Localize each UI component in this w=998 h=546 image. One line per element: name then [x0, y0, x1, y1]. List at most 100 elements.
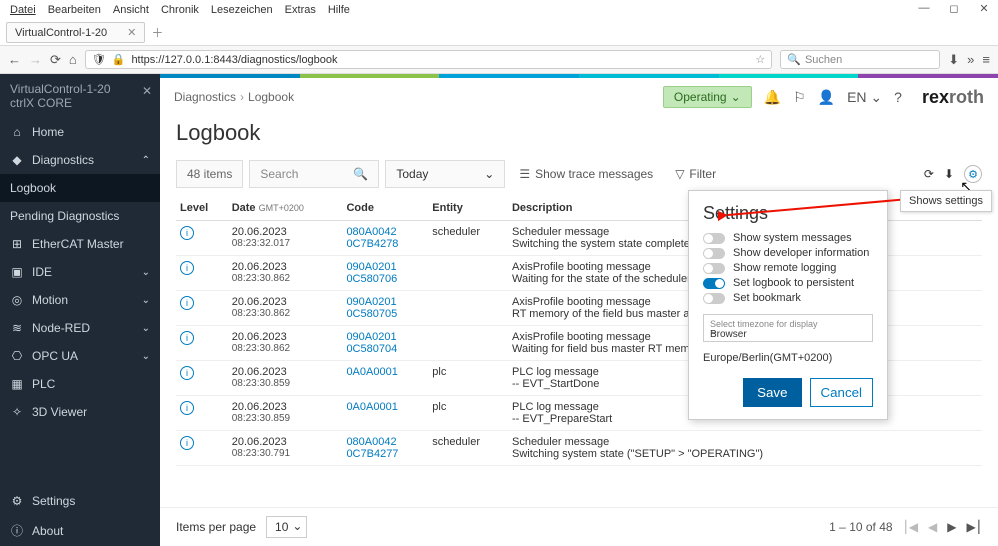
sidebar-item-opcua[interactable]: ⎔OPC UA⌄ [0, 342, 160, 370]
sidebar-item-home[interactable]: ⌂Home [0, 118, 160, 146]
user-icon[interactable]: 👤 [818, 89, 835, 106]
settings-toggle[interactable]: Set bookmark [703, 292, 873, 304]
chevron-down-icon: ⌄ [142, 267, 150, 278]
shield-icon: 🛡 [92, 53, 106, 66]
sidebar-item-3dviewer[interactable]: ✧3D Viewer [0, 398, 160, 426]
search-input[interactable]: Search🔍 [249, 160, 379, 188]
home-icon[interactable]: ⌂ [69, 52, 77, 67]
chevron-down-icon: ⌄ [142, 323, 150, 334]
menu-icon[interactable]: ≡ [982, 52, 990, 67]
language-selector[interactable]: EN ⌄ [847, 89, 882, 106]
code-link[interactable]: 0C7B4277 [346, 448, 424, 460]
back-icon[interactable]: ← [8, 52, 21, 67]
code-link[interactable]: 0A0A0001 [346, 366, 424, 378]
code-link[interactable]: 0C580705 [346, 308, 424, 320]
next-page-icon[interactable]: ▶ [947, 520, 956, 534]
switch-icon[interactable] [703, 263, 725, 274]
close-tab-icon[interactable]: ✕ [127, 26, 136, 39]
code-link[interactable]: 090A0201 [346, 261, 424, 273]
first-page-icon[interactable]: ⎮◀ [903, 520, 918, 534]
sidebar-item-diagnostics[interactable]: ◆Diagnostics⌃ [0, 146, 160, 174]
bell-icon[interactable]: 🔔 [764, 89, 781, 106]
sidebar: VirtualControl-1-20 ctrlX CORE ✕ ⌂Home ◆… [0, 74, 160, 546]
sidebar-item-settings[interactable]: ⚙Settings [0, 487, 160, 515]
ide-icon: ▣ [10, 265, 24, 279]
filter-button[interactable]: ▽Filter [667, 163, 724, 185]
settings-toggle[interactable]: Show system messages [703, 232, 873, 244]
code-link[interactable]: 0C580706 [346, 273, 424, 285]
reload-icon[interactable]: ⟳ [50, 52, 61, 68]
sidebar-item-about[interactable]: ⓘAbout [0, 515, 160, 546]
refresh-icon[interactable]: ⟳ [924, 167, 934, 181]
ethercat-icon: ⊞ [10, 237, 24, 251]
code-link[interactable]: 090A0201 [346, 296, 424, 308]
page-range: 1 – 10 of 48 [829, 520, 892, 534]
info-level-icon: i [180, 261, 194, 275]
lock-icon: 🔒 [112, 53, 126, 66]
plc-icon: ▦ [10, 377, 24, 391]
code-link[interactable]: 080A0042 [346, 436, 424, 448]
chevron-down-icon: ⌄ [142, 351, 150, 362]
new-tab-icon[interactable]: ＋ [151, 24, 163, 41]
browser-menubar[interactable]: Datei Bearbeiten Ansicht Chronik Lesezei… [0, 0, 998, 20]
sidebar-item-nodered[interactable]: ≋Node-RED⌄ [0, 314, 160, 342]
code-link[interactable]: 0A0A0001 [346, 401, 424, 413]
download-icon[interactable]: ⬇ [944, 167, 954, 181]
code-link[interactable]: 090A0201 [346, 331, 424, 343]
browser-tab[interactable]: VirtualControl-1-20 ✕ [6, 22, 145, 43]
sidebar-item-logbook[interactable]: Logbook [0, 174, 160, 202]
code-link[interactable]: 080A0042 [346, 226, 424, 238]
home-icon: ⌂ [10, 125, 24, 139]
code-link[interactable]: 0C7B4278 [346, 238, 424, 250]
opcua-icon: ⎔ [10, 349, 24, 363]
switch-icon[interactable] [703, 293, 725, 304]
settings-toggle[interactable]: Show remote logging [703, 262, 873, 274]
url-bar[interactable]: 🛡 🔒 https://127.0.0.1:8443/diagnostics/l… [85, 50, 773, 69]
switch-icon[interactable] [703, 248, 725, 259]
switch-icon[interactable] [703, 233, 725, 244]
sidebar-item-motion[interactable]: ◎Motion⌄ [0, 286, 160, 314]
search-icon: 🔍 [787, 53, 801, 66]
items-per-page-label: Items per page [176, 520, 256, 534]
items-per-page-select[interactable]: 10 [266, 516, 307, 538]
diagnostics-icon: ◆ [10, 153, 24, 167]
trace-toggle[interactable]: ☰Show trace messages [511, 163, 661, 185]
sidebar-item-pending-diagnostics[interactable]: Pending Diagnostics [0, 202, 160, 230]
cancel-button[interactable]: Cancel [810, 378, 874, 407]
timezone-select[interactable]: Select timezone for display Browser ⌄ [703, 314, 873, 342]
motion-icon: ◎ [10, 293, 24, 307]
overflow-icon[interactable]: » [967, 52, 974, 67]
save-button[interactable]: Save [743, 378, 801, 407]
info-level-icon: i [180, 296, 194, 310]
download-icon[interactable]: ⬇ [948, 52, 959, 68]
forward-icon[interactable]: → [29, 52, 42, 67]
table-row[interactable]: i20.06.202308:23:30.791080A00420C7B4277s… [176, 431, 982, 466]
minimize-icon[interactable]: — [914, 2, 934, 15]
sidebar-item-plc[interactable]: ▦PLC [0, 370, 160, 398]
chevron-down-icon: ⌄ [731, 90, 741, 104]
bookmark-star-icon[interactable]: ☆ [755, 53, 765, 66]
sidebar-item-ide[interactable]: ▣IDE⌄ [0, 258, 160, 286]
switch-icon[interactable] [703, 278, 725, 289]
flag-icon[interactable]: ⚐ [793, 89, 806, 106]
status-badge[interactable]: Operating⌄ [663, 86, 752, 108]
settings-toggle[interactable]: Show developer information [703, 247, 873, 259]
maximize-icon[interactable]: ◻ [944, 2, 964, 15]
sidebar-close-icon[interactable]: ✕ [142, 84, 152, 98]
code-link[interactable]: 0C580704 [346, 343, 424, 355]
page-title: Logbook [160, 116, 998, 160]
chevron-down-icon: ⌄ [142, 295, 150, 306]
close-window-icon[interactable]: ✕ [974, 2, 994, 15]
settings-toggle[interactable]: Set logbook to persistent [703, 277, 873, 289]
settings-popup: Settings Show system messagesShow develo… [688, 190, 888, 420]
prev-page-icon[interactable]: ◀ [928, 520, 937, 534]
date-filter[interactable]: Today⌄ [385, 160, 505, 188]
help-icon[interactable]: ? [894, 89, 902, 105]
gear-icon: ⚙ [10, 494, 24, 508]
sidebar-item-ethercat[interactable]: ⊞EtherCAT Master [0, 230, 160, 258]
chevron-up-icon: ⌃ [142, 155, 150, 166]
filter-icon: ▽ [675, 167, 684, 181]
nodered-icon: ≋ [10, 321, 24, 335]
browser-search[interactable]: 🔍 Suchen [780, 50, 940, 69]
last-page-icon[interactable]: ▶⎮ [967, 520, 982, 534]
